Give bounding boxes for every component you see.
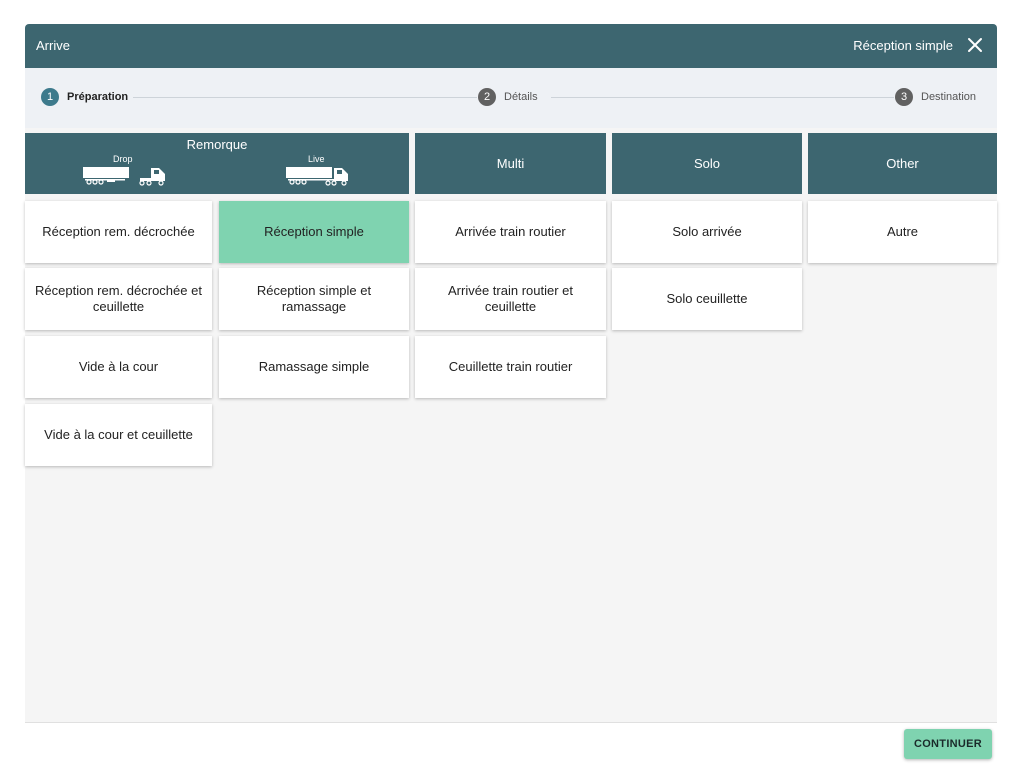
drop-trailer-icon: [83, 167, 165, 186]
selection-grid: Remorque Drop Live Multi Solo Other Réce…: [25, 128, 997, 722]
step-label: Détails: [504, 91, 538, 103]
dialog-titlebar: Arrive Réception simple: [25, 24, 997, 68]
step-label: Préparation: [67, 91, 129, 103]
column-header-remorque: Remorque Drop Live: [25, 133, 409, 194]
dialog-title: Arrive: [36, 38, 70, 53]
option-card[interactable]: Solo arrivée: [612, 201, 802, 263]
drop-label: Drop: [113, 154, 133, 164]
option-card[interactable]: Vide à la cour et ceuillette: [25, 404, 212, 466]
selected-type-label: Réception simple: [853, 38, 953, 53]
arrive-dialog: Arrive Réception simple 1 Préparation 2 …: [25, 24, 997, 772]
step-preparation[interactable]: 1 Préparation: [41, 88, 128, 106]
step-connector: [133, 97, 477, 98]
live-truck-icon: [286, 167, 348, 186]
continue-button[interactable]: CONTINUER: [904, 729, 992, 759]
option-card[interactable]: Réception simple et ramassage: [219, 268, 409, 330]
live-label: Live: [308, 154, 325, 164]
option-card[interactable]: Réception rem. décrochée et ceuillette: [25, 268, 212, 330]
step-destination[interactable]: 3 Destination: [895, 88, 976, 106]
remorque-title: Remorque: [186, 137, 248, 152]
footer-divider: [25, 722, 997, 723]
option-card[interactable]: Ceuillette train routier: [415, 336, 606, 398]
option-card[interactable]: Solo ceuillette: [612, 268, 802, 330]
step-number: 3: [895, 88, 913, 106]
column-header-multi: Multi: [415, 133, 606, 194]
option-card[interactable]: Réception rem. décrochée: [25, 201, 212, 263]
step-connector: [551, 97, 894, 98]
step-details[interactable]: 2 Détails: [478, 88, 538, 106]
option-card[interactable]: Arrivée train routier et ceuillette: [415, 268, 606, 330]
column-header-solo: Solo: [612, 133, 802, 194]
option-card[interactable]: Vide à la cour: [25, 336, 212, 398]
stepper: 1 Préparation 2 Détails 3 Destination: [25, 68, 997, 128]
step-number: 1: [41, 88, 59, 106]
option-card[interactable]: Ramassage simple: [219, 336, 409, 398]
step-number: 2: [478, 88, 496, 106]
option-card-selected[interactable]: Réception simple: [219, 201, 409, 263]
column-header-other: Other: [808, 133, 997, 194]
option-card[interactable]: Arrivée train routier: [415, 201, 606, 263]
close-icon[interactable]: [967, 37, 983, 53]
option-card[interactable]: Autre: [808, 201, 997, 263]
step-label: Destination: [921, 91, 977, 103]
